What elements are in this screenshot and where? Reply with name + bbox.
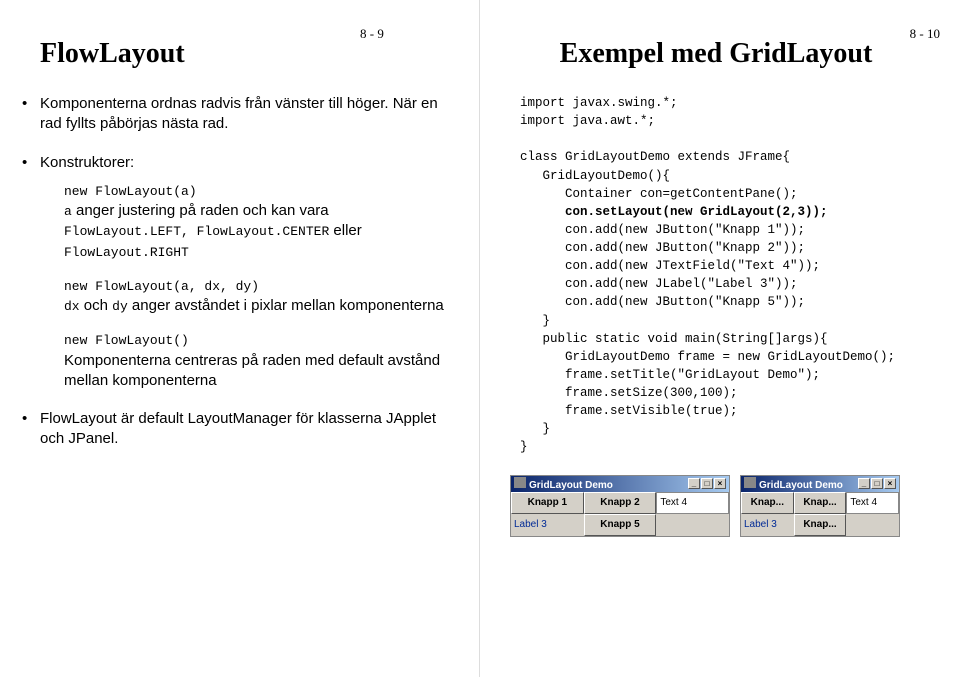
win2-knapp1[interactable]: Knap... — [741, 492, 794, 514]
window-big: GridLayout Demo _ □ × Knapp 1 Knapp 2 Te… — [510, 475, 730, 537]
win2-label3: Label 3 — [741, 514, 794, 536]
slide-left: 8 - 9 FlowLayout Komponenterna ordnas ra… — [0, 0, 480, 677]
bullet-constructors: Konstruktorer: new FlowLayout(a) a anger… — [40, 153, 461, 392]
c2-dx: dx — [64, 299, 80, 314]
page-number-left: 8 - 9 — [360, 26, 384, 42]
constructor-1: new FlowLayout(a) a anger justering på r… — [64, 181, 461, 262]
win2-text4[interactable]: Text 4 — [846, 492, 899, 514]
c1-a: a — [64, 204, 72, 219]
code-listing: import javax.swing.*; import java.awt.*;… — [520, 94, 942, 457]
maximize-icon[interactable]: □ — [701, 478, 713, 489]
bullet-default-text: FlowLayout är default LayoutManager för … — [40, 410, 436, 447]
win1-label3: Label 3 — [511, 514, 584, 536]
close-icon[interactable]: × — [884, 478, 896, 489]
win2-knapp5[interactable]: Knap... — [794, 514, 847, 536]
title-right: Exempel med GridLayout — [490, 38, 942, 70]
minimize-icon[interactable]: _ — [858, 478, 870, 489]
c2-rest: anger avståndet i pixlar mellan komponen… — [128, 297, 444, 314]
slide-right: 8 - 10 Exempel med GridLayout import jav… — [480, 0, 960, 677]
window-previews: GridLayout Demo _ □ × Knapp 1 Knapp 2 Te… — [510, 475, 942, 537]
minimize-icon[interactable]: _ — [688, 478, 700, 489]
page-number-right: 8 - 10 — [910, 26, 940, 42]
win2-knapp2[interactable]: Knap... — [794, 492, 847, 514]
c2-dy: dy — [112, 299, 128, 314]
constructor-3: new FlowLayout() Komponenterna centreras… — [64, 330, 461, 391]
title-left: FlowLayout — [40, 38, 461, 70]
win1-title: GridLayout Demo — [529, 480, 613, 491]
maximize-icon[interactable]: □ — [871, 478, 883, 489]
window-small: GridLayout Demo _ □ × Knap... Knap... Te… — [740, 475, 900, 537]
app-icon — [514, 477, 526, 488]
bullet-ordering-text: Komponenterna ordnas radvis från vänster… — [40, 95, 438, 132]
win1-knapp1[interactable]: Knapp 1 — [511, 492, 584, 514]
c1-code3: FlowLayout.RIGHT — [64, 245, 189, 260]
win1-knapp5[interactable]: Knapp 5 — [584, 514, 657, 536]
close-icon[interactable]: × — [714, 478, 726, 489]
c2-code: new FlowLayout(a, dx, dy) — [64, 279, 259, 294]
win2-title: GridLayout Demo — [759, 480, 843, 491]
bullet-ordering: Komponenterna ordnas radvis från vänster… — [40, 94, 461, 135]
bullet-default: FlowLayout är default LayoutManager för … — [40, 409, 461, 450]
c1-text-c: eller — [329, 222, 362, 239]
c2-och: och — [80, 297, 113, 314]
win1-empty — [656, 514, 729, 536]
app-icon — [744, 477, 756, 488]
c1-code2: FlowLayout.LEFT, FlowLayout.CENTER — [64, 224, 329, 239]
constructor-2: new FlowLayout(a, dx, dy) dx och dy ange… — [64, 276, 461, 317]
c3-code: new FlowLayout() — [64, 333, 189, 348]
c1-text-b: anger justering på raden och kan vara — [72, 202, 329, 219]
constructors-label: Konstruktorer: — [40, 154, 134, 171]
c3-text: Komponenterna centreras på raden med def… — [64, 352, 440, 389]
titlebar-small: GridLayout Demo _ □ × — [741, 476, 899, 492]
titlebar-big: GridLayout Demo _ □ × — [511, 476, 729, 492]
c1-code: new FlowLayout(a) — [64, 184, 197, 199]
win2-empty — [846, 514, 899, 536]
win1-text4[interactable]: Text 4 — [656, 492, 729, 514]
win1-knapp2[interactable]: Knapp 2 — [584, 492, 657, 514]
